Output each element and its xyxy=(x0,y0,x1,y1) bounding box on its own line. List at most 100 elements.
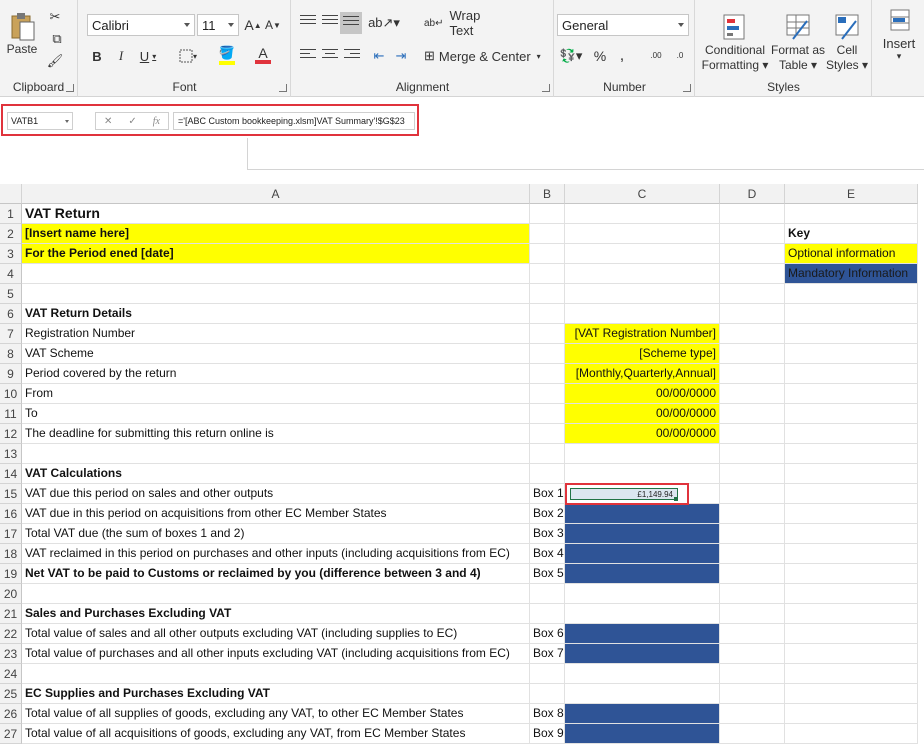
cell-c16[interactable] xyxy=(565,504,720,524)
cell-d12[interactable] xyxy=(720,424,785,444)
fill-color-button[interactable]: 🪣 xyxy=(213,44,241,66)
cell-styles-button[interactable]: Cell Styles ▾ xyxy=(824,8,870,78)
column-header-e[interactable]: E xyxy=(785,184,918,204)
font-color-button[interactable]: A xyxy=(249,44,277,66)
cell-a1[interactable]: VAT Return xyxy=(22,204,530,224)
cell-a8[interactable]: VAT Scheme xyxy=(22,344,530,364)
cell-c25[interactable] xyxy=(565,684,720,704)
format-painter-button[interactable]: 🖌 xyxy=(44,52,66,70)
select-all-corner[interactable] xyxy=(0,184,22,204)
cell-a4[interactable] xyxy=(22,264,530,284)
cell-e19[interactable] xyxy=(785,564,918,584)
enter-icon[interactable]: ✓ xyxy=(128,116,136,127)
cell-e17[interactable] xyxy=(785,524,918,544)
cell-e3[interactable]: Optional information xyxy=(785,244,918,264)
column-header-d[interactable]: D xyxy=(720,184,785,204)
cell-a25[interactable]: EC Supplies and Purchases Excluding VAT xyxy=(22,684,530,704)
cell-a24[interactable] xyxy=(22,664,530,684)
cell-c10[interactable]: 00/00/0000 xyxy=(565,384,720,404)
cell-b14[interactable] xyxy=(530,464,565,484)
cell-c19[interactable] xyxy=(565,564,720,584)
bold-button[interactable]: B xyxy=(87,46,107,66)
cell-a10[interactable]: From xyxy=(22,384,530,404)
row-header-10[interactable]: 10 xyxy=(0,384,22,404)
row-header-6[interactable]: 6 xyxy=(0,304,22,324)
cell-b13[interactable] xyxy=(530,444,565,464)
format-as-table-button[interactable]: Format as Table ▾ xyxy=(770,8,826,78)
orientation-button[interactable]: ab↗▾ xyxy=(368,12,400,34)
cell-b16[interactable]: Box 2 xyxy=(530,504,565,524)
cell-b5[interactable] xyxy=(530,284,565,304)
cell-d26[interactable] xyxy=(720,704,785,724)
cell-e4[interactable]: Mandatory Information xyxy=(785,264,918,284)
cell-b26[interactable]: Box 8 xyxy=(530,704,565,724)
row-header-16[interactable]: 16 xyxy=(0,504,22,524)
cell-d19[interactable] xyxy=(720,564,785,584)
cell-a14[interactable]: VAT Calculations xyxy=(22,464,530,484)
cell-d24[interactable] xyxy=(720,664,785,684)
cell-b19[interactable]: Box 5 xyxy=(530,564,565,584)
row-header-21[interactable]: 21 xyxy=(0,604,22,624)
row-header-14[interactable]: 14 xyxy=(0,464,22,484)
cell-e12[interactable] xyxy=(785,424,918,444)
alignment-launcher-icon[interactable] xyxy=(542,84,550,92)
row-header-13[interactable]: 13 xyxy=(0,444,22,464)
cell-c4[interactable] xyxy=(565,264,720,284)
row-header-24[interactable]: 24 xyxy=(0,664,22,684)
cell-c26[interactable] xyxy=(565,704,720,724)
cell-a20[interactable] xyxy=(22,584,530,604)
cell-e24[interactable] xyxy=(785,664,918,684)
row-header-1[interactable]: 1 xyxy=(0,204,22,224)
cell-e15[interactable] xyxy=(785,484,918,504)
column-header-c[interactable]: C xyxy=(565,184,720,204)
cell-a17[interactable]: Total VAT due (the sum of boxes 1 and 2) xyxy=(22,524,530,544)
cell-a7[interactable]: Registration Number xyxy=(22,324,530,344)
cell-b9[interactable] xyxy=(530,364,565,384)
formula-input[interactable]: ='[ABC Custom bookkeeping.xlsm]VAT Summa… xyxy=(173,112,415,130)
cell-a18[interactable]: VAT reclaimed in this period on purchase… xyxy=(22,544,530,564)
comma-button[interactable]: , xyxy=(613,46,631,66)
row-header-11[interactable]: 11 xyxy=(0,404,22,424)
cell-d17[interactable] xyxy=(720,524,785,544)
cell-e16[interactable] xyxy=(785,504,918,524)
number-launcher-icon[interactable] xyxy=(683,84,691,92)
grow-font-button[interactable]: A ▲ xyxy=(244,14,261,36)
wrap-text-button[interactable]: ab↵ Wrap Text xyxy=(424,8,504,38)
cell-d22[interactable] xyxy=(720,624,785,644)
align-bottom-button[interactable] xyxy=(340,12,362,34)
cell-c7[interactable]: [VAT Registration Number] xyxy=(565,324,720,344)
font-name-dropdown[interactable]: Calibri xyxy=(87,14,195,36)
cell-d8[interactable] xyxy=(720,344,785,364)
cell-a11[interactable]: To xyxy=(22,404,530,424)
cell-d2[interactable] xyxy=(720,224,785,244)
row-header-5[interactable]: 5 xyxy=(0,284,22,304)
cell-b11[interactable] xyxy=(530,404,565,424)
cell-b10[interactable] xyxy=(530,384,565,404)
cell-a6[interactable]: VAT Return Details xyxy=(22,304,530,324)
cell-c11[interactable]: 00/00/0000 xyxy=(565,404,720,424)
cell-d5[interactable] xyxy=(720,284,785,304)
cell-e20[interactable] xyxy=(785,584,918,604)
decrease-indent-button[interactable]: ⇤ xyxy=(368,46,390,66)
cell-e14[interactable] xyxy=(785,464,918,484)
cell-b1[interactable] xyxy=(530,204,565,224)
currency-button[interactable]: 💱▾ xyxy=(559,46,583,66)
cell-c2[interactable] xyxy=(565,224,720,244)
fill-handle-icon[interactable] xyxy=(674,497,678,501)
percent-button[interactable]: % xyxy=(591,46,609,66)
cell-b25[interactable] xyxy=(530,684,565,704)
cell-e9[interactable] xyxy=(785,364,918,384)
cell-e25[interactable] xyxy=(785,684,918,704)
align-right-button[interactable] xyxy=(342,46,362,66)
cell-e23[interactable] xyxy=(785,644,918,664)
cell-d9[interactable] xyxy=(720,364,785,384)
cell-d13[interactable] xyxy=(720,444,785,464)
increase-indent-button[interactable]: ⇥ xyxy=(390,46,412,66)
cell-e2[interactable]: Key xyxy=(785,224,918,244)
cell-c1[interactable] xyxy=(565,204,720,224)
shrink-font-button[interactable]: A ▼ xyxy=(265,14,281,36)
column-header-b[interactable]: B xyxy=(530,184,565,204)
cell-c5[interactable] xyxy=(565,284,720,304)
font-launcher-icon[interactable] xyxy=(279,84,287,92)
cell-e18[interactable] xyxy=(785,544,918,564)
